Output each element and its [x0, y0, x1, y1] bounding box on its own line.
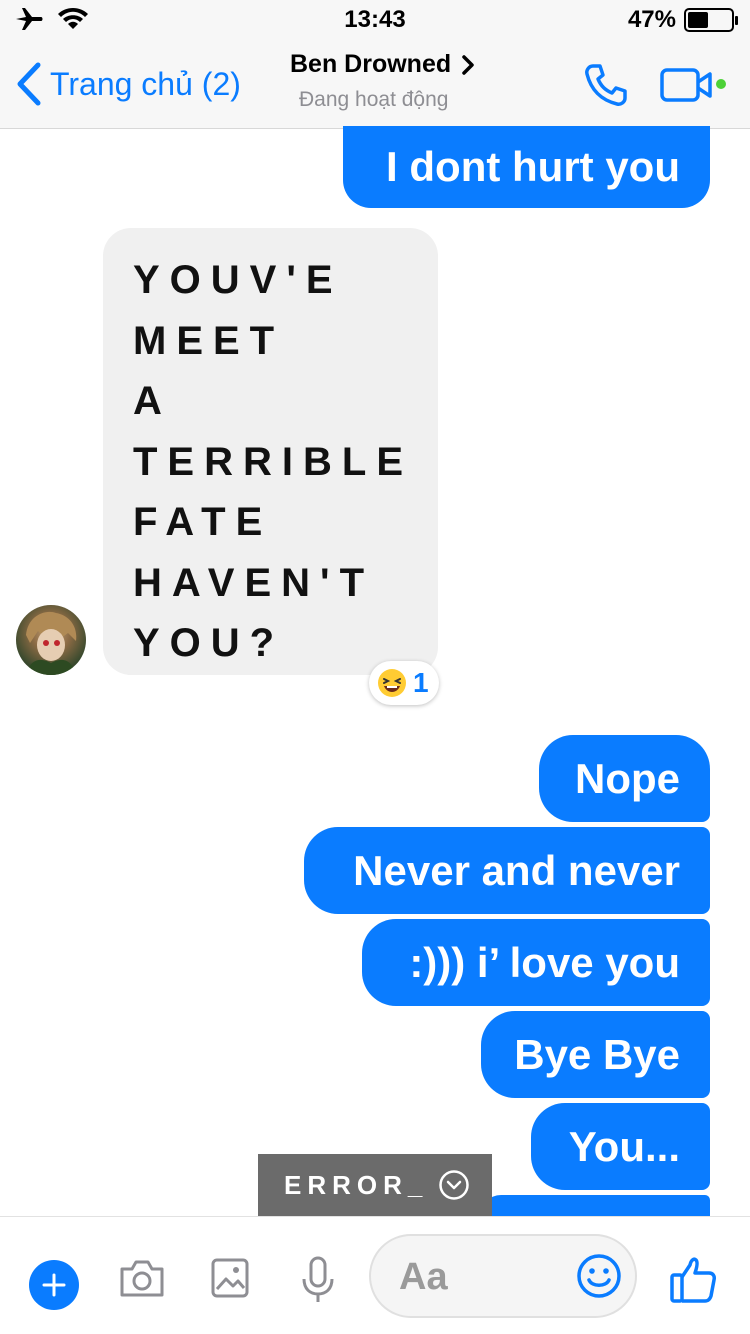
- message-bubble-outgoing[interactable]: Nope: [539, 735, 710, 822]
- image-icon: [211, 1258, 249, 1298]
- message-bubble-outgoing[interactable]: Never and never: [304, 827, 710, 914]
- message-bubble-outgoing[interactable]: You...: [531, 1103, 710, 1190]
- message-text-line: YOUV'E: [133, 258, 343, 302]
- plus-icon: [42, 1273, 66, 1297]
- camera-button[interactable]: [118, 1257, 166, 1304]
- message-bubble-outgoing[interactable]: :))) i’ love you: [362, 919, 710, 1006]
- voice-button[interactable]: [300, 1255, 336, 1310]
- active-status-dot: [716, 79, 726, 89]
- message-bubble-outgoing[interactable]: Bye Bye: [481, 1011, 710, 1098]
- battery-fill: [688, 12, 708, 28]
- chevron-right-icon: [462, 54, 474, 75]
- laughing-emoji-icon: [378, 669, 406, 697]
- back-button[interactable]: Trang chủ (2): [16, 62, 241, 106]
- message-bubble-incoming[interactable]: YOUV'E MEET A TERRIBLE FATE HAVEN'T YOU?: [103, 228, 438, 675]
- message-text: I dont hurt you: [386, 143, 680, 190]
- message-bubble-outgoing[interactable]: [480, 1195, 710, 1216]
- phone-icon: [585, 64, 627, 106]
- error-toast[interactable]: ERROR_: [258, 1154, 492, 1216]
- message-text: Never and never: [353, 846, 680, 894]
- battery-percent: 47%: [627, 6, 676, 33]
- message-text: Nope: [575, 754, 680, 802]
- avatar-image: [26, 611, 77, 675]
- call-button[interactable]: [583, 62, 629, 113]
- emoji-button[interactable]: [575, 1252, 623, 1305]
- message-text-line: FATE: [133, 500, 273, 544]
- contact-name-button[interactable]: Ben Drowned: [290, 50, 475, 79]
- message-composer: [0, 1216, 750, 1334]
- message-text-line: MEET: [133, 318, 285, 363]
- message-text-line: A: [133, 379, 172, 423]
- message-text-line: TERRIBLE: [133, 439, 413, 484]
- camera-icon: [120, 1260, 164, 1297]
- back-label: Trang chủ (2): [50, 65, 241, 102]
- video-call-button[interactable]: [660, 68, 716, 107]
- reaction-badge[interactable]: 1: [369, 661, 439, 705]
- message-input-field[interactable]: [369, 1234, 637, 1318]
- chevron-down-circle-icon: [439, 1170, 470, 1200]
- status-bar: 13:43 47%: [0, 0, 750, 40]
- gallery-button[interactable]: [210, 1257, 250, 1304]
- microphone-icon: [302, 1256, 334, 1302]
- status-right: 47%: [627, 6, 738, 34]
- message-text: Bye Bye: [514, 1030, 680, 1078]
- message-text: :))) i’ love you: [409, 938, 680, 986]
- like-button[interactable]: [668, 1255, 718, 1310]
- more-actions-button[interactable]: [29, 1260, 79, 1310]
- emoji-icon: [577, 1254, 621, 1298]
- message-input[interactable]: [399, 1250, 569, 1304]
- conversation-header: Trang chủ (2) Ben Drowned Đang hoạt động: [0, 40, 750, 129]
- message-text: You...: [568, 1122, 680, 1170]
- toast-text: ERROR_: [284, 1169, 429, 1200]
- message-text-line: HAVEN'T: [133, 560, 374, 605]
- avatar[interactable]: [16, 605, 86, 675]
- contact-name: Ben Drowned: [290, 50, 452, 78]
- chevron-left-icon: [17, 62, 41, 106]
- reaction-count: 1: [413, 667, 429, 698]
- message-bubble-outgoing[interactable]: I dont hurt you: [343, 126, 710, 208]
- thumbs-up-icon: [670, 1257, 716, 1303]
- video-camera-icon: [660, 68, 712, 102]
- battery-icon: [684, 8, 738, 32]
- contact-status: Đang hoạt động: [299, 88, 449, 111]
